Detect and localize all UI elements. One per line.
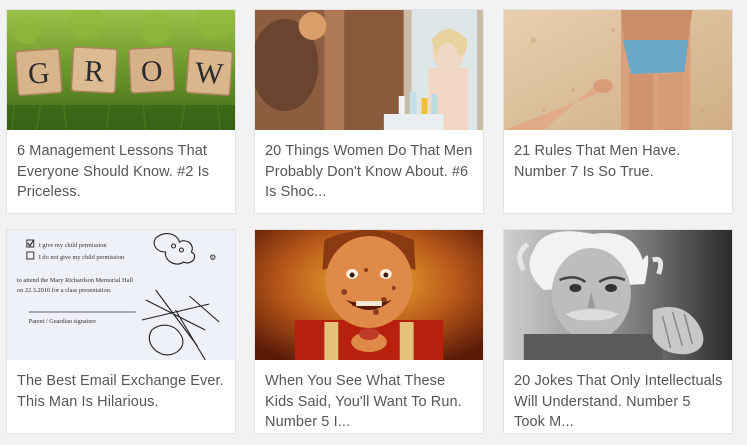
slip-option-give: I give my child permission: [39, 242, 108, 249]
tile-r: R: [83, 54, 105, 88]
article-title[interactable]: The Best Email Exchange Ever. This Man I…: [17, 371, 227, 412]
article-card[interactable]: 20 Things Women Do That Men Probably Don…: [254, 9, 484, 214]
article-title[interactable]: 6 Management Lessons That Everyone Shoul…: [17, 141, 227, 203]
article-card[interactable]: 21 Rules That Men Have. Number 7 Is So T…: [503, 9, 733, 214]
article-grid: G R O W 6 Management Lessons That Everyo…: [0, 0, 747, 445]
slip-text-date: on 22.3.2010 for a class presentation.: [17, 287, 112, 294]
article-card[interactable]: When You See What These Kids Said, You'l…: [254, 229, 484, 434]
article-card[interactable]: 20 Jokes That Only Intellectuals Will Un…: [503, 229, 733, 434]
article-card[interactable]: G R O W 6 Management Lessons That Everyo…: [6, 9, 236, 214]
article-title[interactable]: 20 Things Women Do That Men Probably Don…: [265, 141, 475, 203]
beach-hand-holding-image[interactable]: [504, 10, 732, 130]
tile-g: G: [27, 56, 51, 91]
tile-o: O: [140, 54, 163, 88]
article-title[interactable]: 21 Rules That Men Have. Number 7 Is So T…: [514, 141, 724, 182]
article-title[interactable]: When You See What These Kids Said, You'l…: [265, 371, 475, 433]
svg-text:⚙: ⚙: [209, 253, 216, 262]
permission-slip-image[interactable]: I give my child permission I do not give…: [7, 230, 235, 360]
woman-mirror-image[interactable]: [255, 10, 483, 130]
slip-text-attend: to attend the Mary Richardson Memorial H…: [17, 277, 133, 284]
article-title[interactable]: 20 Jokes That Only Intellectuals Will Un…: [514, 371, 724, 433]
article-card[interactable]: I give my child permission I do not give…: [6, 229, 236, 434]
slip-signature-label: Parent / Guardian signature: [29, 319, 96, 325]
slip-option-not-give: I do not give my child permission: [39, 254, 125, 261]
einstein-portrait-image[interactable]: [504, 230, 732, 360]
tile-w: W: [194, 56, 225, 91]
messy-kid-image[interactable]: [255, 230, 483, 360]
grow-scrabble-tiles-image[interactable]: G R O W: [7, 10, 235, 130]
